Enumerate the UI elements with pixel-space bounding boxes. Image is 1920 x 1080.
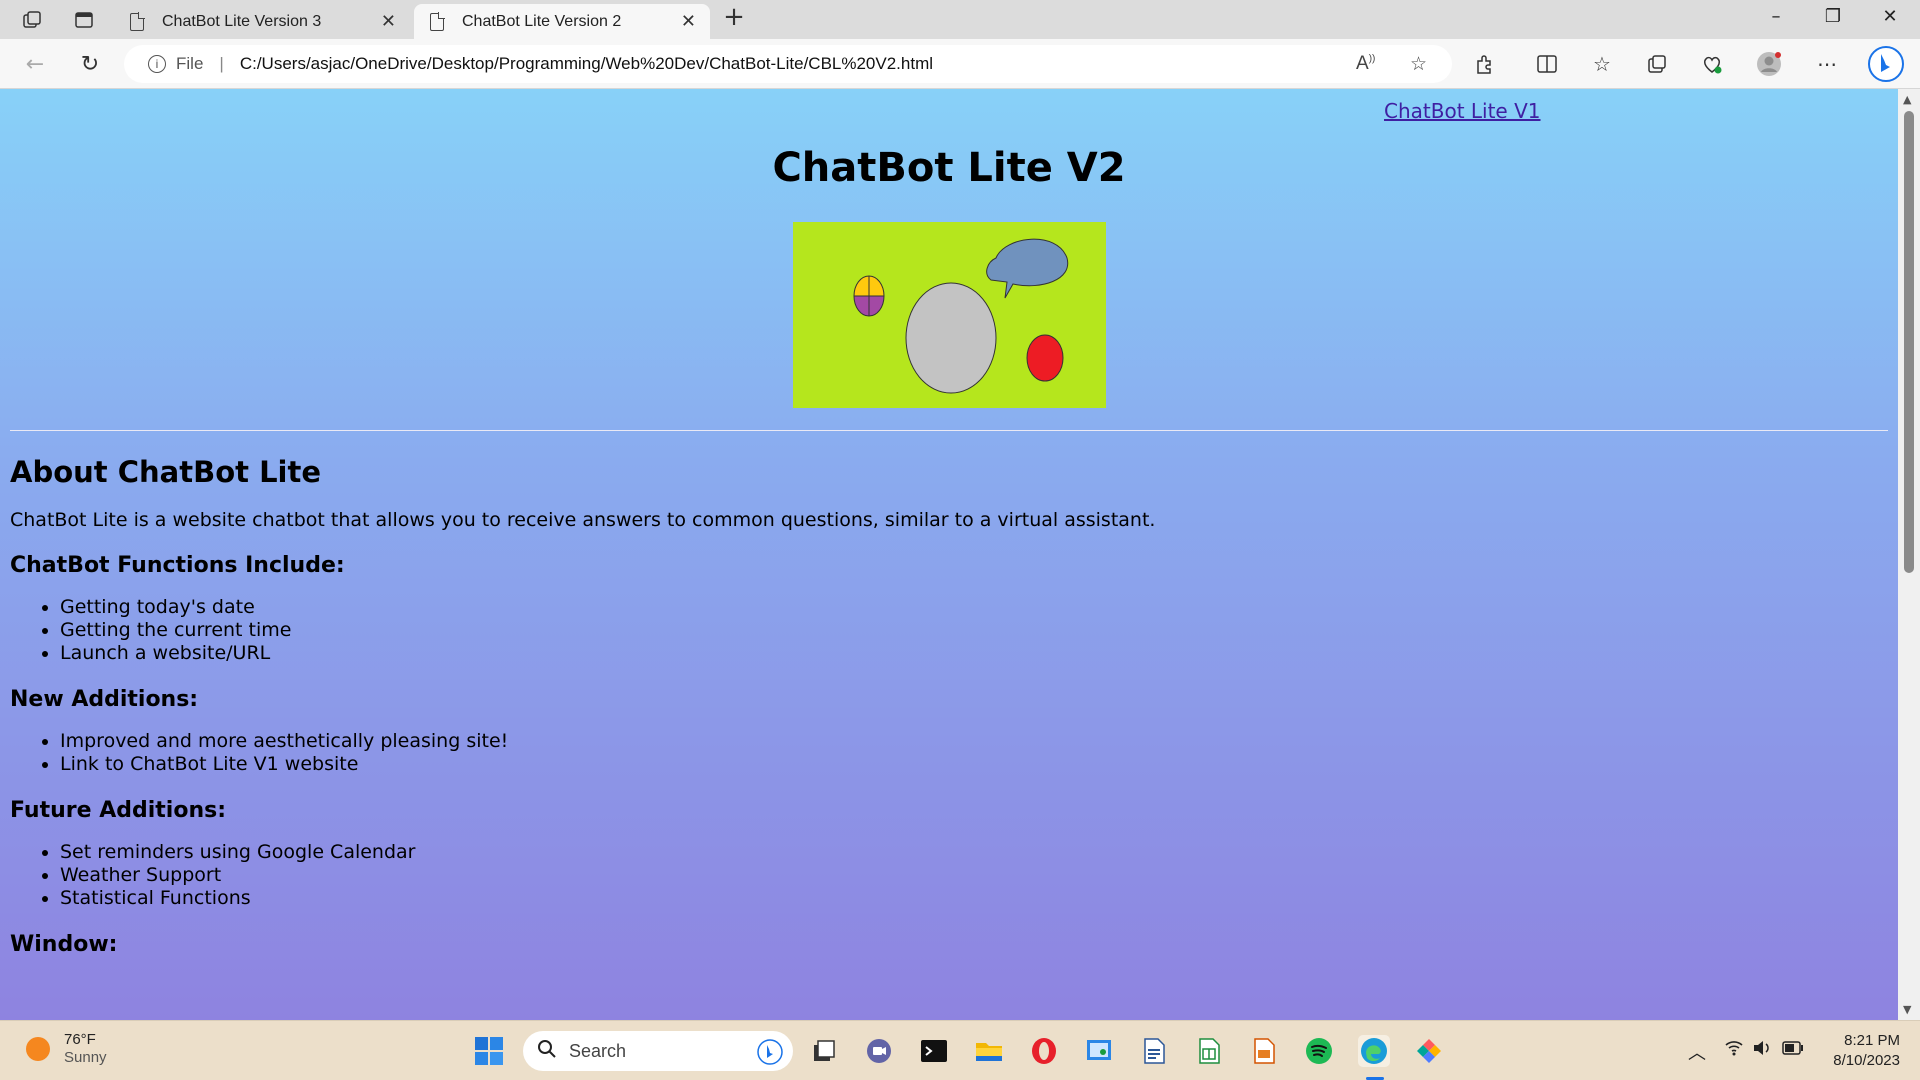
collections-icon[interactable] bbox=[1644, 51, 1670, 77]
list-item: Improved and more aesthetically pleasing… bbox=[60, 730, 1870, 753]
document-icon bbox=[430, 11, 445, 31]
scrollbar-thumb[interactable] bbox=[1904, 111, 1914, 573]
page-scrollbar[interactable]: ▲ ▼ bbox=[1898, 89, 1920, 1020]
teams-chat-icon[interactable] bbox=[863, 1035, 895, 1067]
list-item: Set reminders using Google Calendar bbox=[60, 841, 1870, 864]
weather-temp: 76°F bbox=[64, 1031, 96, 1048]
about-text: ChatBot Lite is a website chatbot that a… bbox=[10, 509, 1156, 531]
tab-chatbot-v2[interactable]: ChatBot Lite Version 2 ✕ bbox=[414, 4, 710, 39]
wifi-icon[interactable] bbox=[1724, 1039, 1744, 1062]
split-screen-icon[interactable] bbox=[1534, 51, 1560, 77]
workspaces-icon[interactable] bbox=[20, 8, 44, 32]
battery-icon[interactable] bbox=[1782, 1039, 1804, 1060]
scroll-down-icon[interactable]: ▼ bbox=[1903, 1003, 1911, 1016]
file-explorer-icon[interactable] bbox=[973, 1035, 1005, 1067]
window-heading: Window: bbox=[10, 932, 118, 957]
favorites-icon[interactable]: ☆ bbox=[1589, 51, 1615, 77]
presentation-icon[interactable] bbox=[1248, 1035, 1280, 1067]
tab-actions-icon[interactable] bbox=[72, 8, 96, 32]
taskbar: 76°F Sunny Search ︿ 8:21 PM 8/10/2023 bbox=[0, 1020, 1920, 1080]
list-item: Getting the current time bbox=[60, 619, 1870, 642]
list-item: Statistical Functions bbox=[60, 887, 1870, 910]
profile-icon[interactable] bbox=[1756, 51, 1782, 77]
new-additions-heading: New Additions: bbox=[10, 687, 199, 712]
search-icon bbox=[537, 1039, 557, 1064]
tab-chatbot-v3[interactable]: ChatBot Lite Version 3 ✕ bbox=[114, 4, 410, 39]
new-additions-list: Improved and more aesthetically pleasing… bbox=[10, 730, 1870, 776]
scheme-label: File bbox=[176, 54, 204, 73]
document-icon bbox=[130, 11, 145, 31]
page-viewport: ChatBot Lite V1 ChatBot Lite V2 About Ch… bbox=[0, 89, 1898, 1020]
color-app-icon[interactable] bbox=[1413, 1035, 1445, 1067]
spreadsheet-icon[interactable] bbox=[1193, 1035, 1225, 1067]
about-section: About ChatBot Lite ChatBot Lite is a web… bbox=[10, 455, 1870, 957]
close-tab-icon[interactable]: ✕ bbox=[681, 11, 696, 32]
url-text[interactable]: C:/Users/asjac/OneDrive/Desktop/Programm… bbox=[240, 54, 933, 74]
sun-icon bbox=[26, 1037, 50, 1061]
bing-icon[interactable] bbox=[1868, 46, 1904, 82]
extensions-icon[interactable] bbox=[1472, 51, 1498, 77]
control-panel-icon[interactable] bbox=[1083, 1035, 1115, 1067]
tab-strip: ChatBot Lite Version 3 ✕ ChatBot Lite Ve… bbox=[0, 0, 1920, 39]
scroll-up-icon[interactable]: ▲ bbox=[1903, 93, 1911, 106]
functions-list: Getting today's date Getting the current… bbox=[10, 596, 1870, 665]
list-item: Launch a website/URL bbox=[60, 642, 1870, 665]
clock-date: 8/10/2023 bbox=[1833, 1052, 1900, 1069]
info-icon[interactable]: i bbox=[148, 55, 166, 73]
browser-toolbar: ← ↻ i File | C:/Users/asjac/OneDrive/Des… bbox=[0, 39, 1920, 89]
search-label: Search bbox=[569, 1040, 627, 1061]
task-view-icon[interactable] bbox=[808, 1035, 840, 1067]
future-additions-heading: Future Additions: bbox=[10, 798, 226, 823]
functions-heading: ChatBot Functions Include: bbox=[10, 553, 345, 578]
opera-icon[interactable] bbox=[1028, 1035, 1060, 1067]
more-icon[interactable]: ⋯ bbox=[1814, 51, 1840, 77]
close-window-button[interactable]: ✕ bbox=[1870, 6, 1910, 27]
future-additions-list: Set reminders using Google Calendar Weat… bbox=[10, 841, 1870, 910]
weather-widget[interactable]: 76°F Sunny bbox=[26, 1031, 107, 1067]
chatbot-logo bbox=[793, 222, 1106, 408]
volume-icon[interactable] bbox=[1752, 1039, 1772, 1062]
show-hidden-icons-icon[interactable]: ︿ bbox=[1688, 1039, 1706, 1065]
list-item: Weather Support bbox=[60, 864, 1870, 887]
tab-title: ChatBot Lite Version 2 bbox=[462, 12, 622, 30]
favorite-icon[interactable]: ☆ bbox=[1410, 53, 1427, 76]
red-dot bbox=[1026, 334, 1064, 382]
new-tab-button[interactable]: + bbox=[722, 2, 746, 32]
clock-time: 8:21 PM bbox=[1844, 1032, 1900, 1049]
close-tab-icon[interactable]: ✕ bbox=[381, 11, 396, 32]
chatbot-head bbox=[905, 282, 997, 394]
list-item: Link to ChatBot Lite V1 website bbox=[60, 753, 1870, 776]
address-bar[interactable]: i File | C:/Users/asjac/OneDrive/Desktop… bbox=[124, 45, 1452, 83]
divider bbox=[10, 430, 1888, 431]
terminal-icon[interactable] bbox=[918, 1035, 950, 1067]
refresh-icon[interactable]: ↻ bbox=[75, 49, 105, 79]
bing-chat-icon[interactable] bbox=[757, 1039, 783, 1070]
spotify-icon[interactable] bbox=[1303, 1035, 1335, 1067]
page-title: ChatBot Lite V2 bbox=[772, 145, 1126, 191]
list-item: Getting today's date bbox=[60, 596, 1870, 619]
start-icon[interactable] bbox=[473, 1035, 505, 1067]
address-separator: | bbox=[219, 54, 224, 73]
tab-title: ChatBot Lite Version 3 bbox=[162, 12, 322, 30]
performance-icon[interactable] bbox=[1699, 51, 1725, 77]
weather-condition: Sunny bbox=[64, 1049, 107, 1066]
system-clock[interactable]: 8:21 PM 8/10/2023 bbox=[1820, 1031, 1900, 1071]
word-icon[interactable] bbox=[1138, 1035, 1170, 1067]
edge-icon[interactable] bbox=[1358, 1035, 1390, 1067]
read-aloud-icon[interactable]: A)) bbox=[1356, 53, 1375, 75]
taskbar-search[interactable]: Search bbox=[523, 1031, 793, 1071]
minimize-button[interactable]: – bbox=[1756, 6, 1796, 27]
back-icon[interactable]: ← bbox=[20, 49, 50, 79]
chatbot-v1-link[interactable]: ChatBot Lite V1 bbox=[1384, 99, 1541, 123]
about-heading: About ChatBot Lite bbox=[10, 455, 322, 489]
restore-button[interactable]: ❐ bbox=[1813, 6, 1853, 27]
